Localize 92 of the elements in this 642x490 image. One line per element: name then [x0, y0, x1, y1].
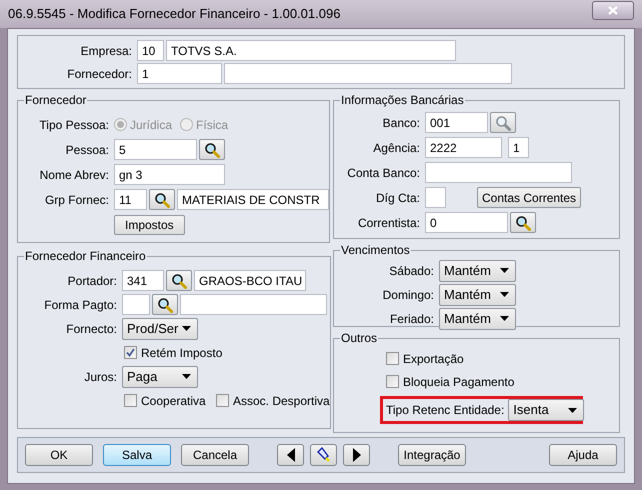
field-label: Conta Banco:	[346, 164, 421, 182]
caret-icon	[182, 326, 191, 331]
checkbox[interactable]	[124, 346, 137, 359]
next-button[interactable]	[343, 444, 370, 466]
search-icon	[154, 192, 170, 208]
text-field[interactable]	[122, 294, 150, 315]
field-label: Pessoa:	[64, 142, 110, 158]
checkbox-label[interactable]: Exportação	[386, 350, 464, 368]
search-button[interactable]	[166, 270, 192, 291]
caret-icon	[568, 408, 578, 412]
field-label: Grp Fornec:	[44, 192, 110, 208]
text-field[interactable]: 341	[122, 270, 164, 291]
search-icon	[157, 296, 173, 312]
field-label: Banco:	[382, 114, 421, 132]
name-field[interactable]: GRAOS-BCO ITAU	[194, 270, 306, 291]
dropdown[interactable]: Prod/Ser	[122, 318, 198, 340]
search-icon	[495, 114, 511, 130]
search-icon	[515, 214, 531, 230]
window-title: 06.9.5545 - Modifica Fornecedor Financeiro - 1.00.01.096	[8, 5, 340, 24]
search-button[interactable]	[149, 189, 175, 210]
check-icon	[126, 348, 135, 357]
field-label: Fornecedor:	[66, 66, 133, 82]
search-icon	[171, 272, 187, 288]
field-label: Portador:	[66, 272, 118, 290]
field-label: Agência:	[372, 140, 421, 156]
dropdown[interactable]: Isenta	[508, 399, 584, 421]
checkbox-label[interactable]: Retém Imposto	[124, 344, 222, 362]
left-triangle-icon	[286, 448, 294, 462]
caret-icon	[500, 316, 509, 321]
field-label: Juros:	[83, 368, 118, 386]
flashlight-button[interactable]	[310, 444, 337, 466]
name-field[interactable]	[180, 294, 327, 315]
checkbox[interactable]	[386, 375, 399, 388]
text-field[interactable]: 0	[425, 212, 508, 233]
dialog-button[interactable]: Cancela	[181, 444, 249, 466]
checkbox[interactable]	[124, 394, 137, 407]
search-button[interactable]	[199, 139, 225, 160]
field-label: Tipo Retenc Entidade:	[386, 402, 504, 419]
dialog-button[interactable]: Salva	[103, 444, 171, 466]
dialog-button[interactable]: OK	[25, 444, 93, 466]
checkbox-label[interactable]: Assoc. Desportiva	[216, 392, 330, 410]
text-field[interactable]: 5	[114, 139, 197, 160]
text-field[interactable]	[425, 187, 446, 208]
checkbox[interactable]	[386, 352, 399, 365]
text-field[interactable]: 1	[508, 137, 529, 158]
field-label: Empresa:	[80, 42, 133, 60]
field-label: Fornecto:	[65, 320, 118, 338]
group-title: Vencimentos	[340, 242, 411, 259]
impostos-button[interactable]: Impostos	[114, 214, 185, 234]
checkbox[interactable]	[216, 394, 229, 407]
search-button[interactable]	[510, 212, 536, 233]
field-label: Nome Abrev:	[38, 166, 110, 184]
field-label: Forma Pagto:	[43, 296, 118, 314]
field-label: Correntista:	[356, 214, 421, 232]
field-label: Sábado:	[388, 262, 435, 280]
field-label: Díg Cta:	[374, 190, 421, 206]
search-button[interactable]	[152, 294, 178, 315]
caret-icon	[182, 374, 191, 379]
text-field[interactable]: 2222	[425, 137, 502, 158]
checkbox-label[interactable]: Cooperativa	[124, 392, 214, 410]
caret-icon	[500, 268, 509, 273]
text-field[interactable]	[224, 63, 512, 84]
dialog-button[interactable]: Integração	[398, 444, 466, 466]
text-field[interactable]: 001	[425, 112, 488, 133]
group-title: Outros	[340, 330, 378, 347]
close-button[interactable]	[592, 0, 634, 20]
group-title: Informações Bancárias	[340, 92, 465, 109]
contas-correntes-button[interactable]: Contas Correntes	[477, 187, 582, 208]
field-label: Feriado:	[388, 310, 435, 328]
dropdown[interactable]: Mantém	[439, 260, 516, 282]
dropdown[interactable]: Paga	[122, 366, 198, 388]
text-field[interactable]: 11	[114, 189, 147, 210]
text-field[interactable]: 10	[137, 40, 164, 61]
previous-button[interactable]	[277, 444, 304, 466]
close-icon	[608, 6, 618, 14]
field-label: Domingo:	[382, 286, 435, 304]
dialog-button[interactable]: Ajuda	[549, 444, 617, 466]
text-field[interactable]	[425, 162, 572, 183]
search-icon	[204, 142, 220, 158]
name-field[interactable]: MATERIAIS DE CONSTR	[177, 189, 329, 210]
right-triangle-icon	[352, 448, 360, 462]
flashlight-icon	[316, 447, 332, 463]
dropdown[interactable]: Mantém	[439, 284, 516, 306]
text-field[interactable]: 1	[137, 63, 222, 84]
caret-icon	[500, 292, 509, 297]
text-field[interactable]: TOTVS S.A.	[166, 40, 456, 61]
dropdown[interactable]: Mantém	[439, 308, 516, 330]
field-label: Tipo Pessoa:	[38, 116, 110, 134]
text-field[interactable]: gn 3	[114, 164, 225, 185]
group-title: Fornecedor Financeiro	[24, 248, 147, 265]
checkbox-label[interactable]: Bloqueia Pagamento	[386, 372, 514, 390]
group-title: Fornecedor	[24, 92, 88, 109]
